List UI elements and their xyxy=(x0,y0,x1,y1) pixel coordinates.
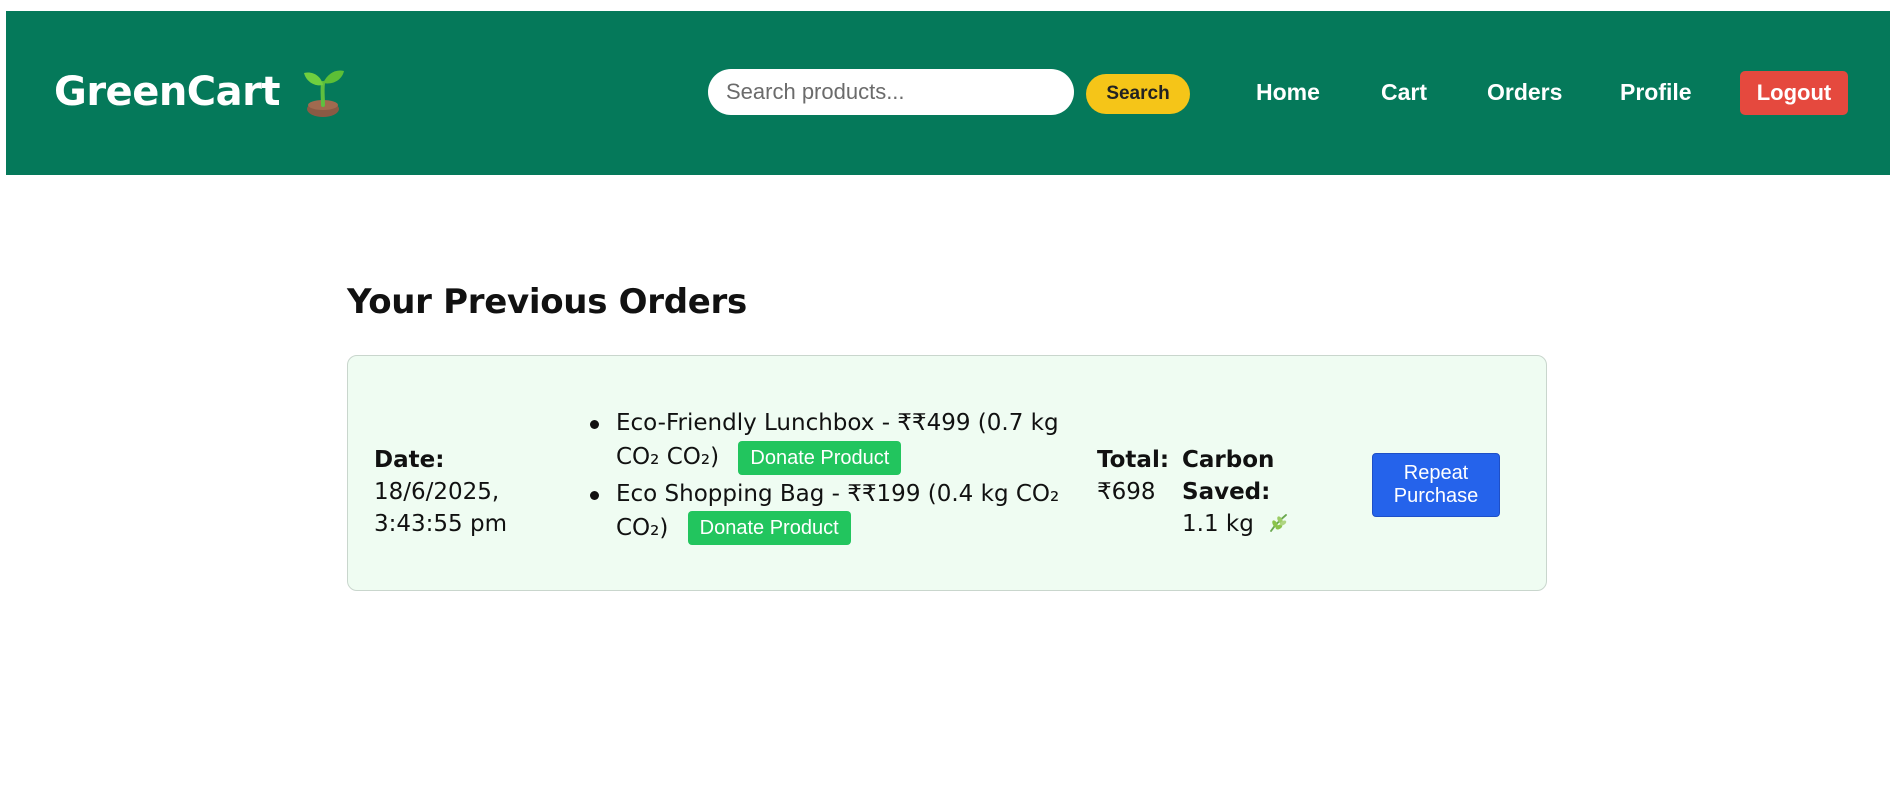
brand-logo[interactable]: GreenCart xyxy=(54,67,346,117)
list-item: Eco-Friendly Lunchbox - ₹₹499 (0.7 kg CO… xyxy=(590,406,1090,475)
donate-product-button[interactable]: Donate Product xyxy=(738,440,902,475)
order-items-list: Eco-Friendly Lunchbox - ₹₹499 (0.7 kg CO… xyxy=(590,406,1090,547)
list-item: Eco Shopping Bag - ₹₹199 (0.4 kg CO₂ CO₂… xyxy=(590,477,1090,545)
date-value: 18/6/2025, 3:43:55 pm xyxy=(374,479,507,537)
nav-home-link[interactable]: Home xyxy=(1256,79,1320,106)
top-navbar: GreenCart Search Home Cart Orders Profil… xyxy=(6,11,1890,175)
carbon-value: 1.1 kg xyxy=(1182,511,1254,537)
date-label: Date: xyxy=(374,447,445,473)
nav-cart-link[interactable]: Cart xyxy=(1381,79,1427,106)
herb-leaf-icon xyxy=(1267,511,1289,533)
bullet-icon xyxy=(590,420,599,429)
order-date: Date: 18/6/2025, 3:43:55 pm xyxy=(374,444,574,540)
page-title: Your Previous Orders xyxy=(347,282,747,322)
nav-orders-link[interactable]: Orders xyxy=(1487,79,1562,106)
search-button[interactable]: Search xyxy=(1086,74,1190,114)
brand-name: GreenCart xyxy=(54,69,281,115)
logout-button[interactable]: Logout xyxy=(1740,71,1848,115)
repeat-purchase-button[interactable]: Repeat Purchase xyxy=(1372,453,1500,517)
bullet-icon xyxy=(590,490,599,500)
total-value: ₹698 xyxy=(1097,479,1156,505)
search-input[interactable] xyxy=(708,69,1074,115)
total-label: Total: xyxy=(1097,447,1170,473)
carbon-label: Carbon Saved: xyxy=(1182,447,1275,505)
order-card: Date: 18/6/2025, 3:43:55 pm Eco-Friendly… xyxy=(347,355,1547,591)
order-total: Total: ₹698 xyxy=(1097,444,1177,508)
carbon-saved: Carbon Saved: 1.1 kg xyxy=(1182,444,1362,540)
seedling-icon xyxy=(300,67,346,117)
carbon-value-row: 1.1 kg xyxy=(1182,508,1362,540)
nav-profile-link[interactable]: Profile xyxy=(1620,79,1692,106)
donate-product-button[interactable]: Donate Product xyxy=(687,511,851,545)
